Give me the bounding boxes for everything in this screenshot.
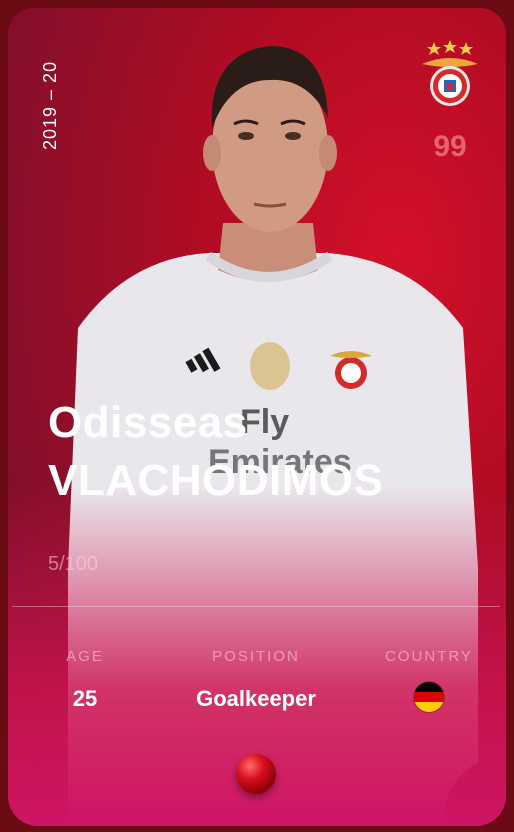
card-notch-right [444, 756, 506, 826]
age-value: 25 [72, 686, 98, 711]
position-label: POSITION [212, 648, 300, 665]
age-label: AGE [66, 648, 104, 665]
red-gem-icon [236, 754, 276, 794]
serial-number: 5/100 [48, 553, 99, 575]
player-first-name: Odisseas [48, 398, 248, 447]
season-label: 2019 – 20 [40, 60, 60, 150]
card-rating: 99 [433, 130, 467, 163]
position-value: Goalkeeper [196, 686, 316, 711]
country-label: COUNTRY [385, 648, 473, 665]
divider [12, 606, 500, 607]
player-last-name: VLACHODIMOS [48, 456, 384, 505]
benfica-crest-icon [422, 40, 478, 106]
germany-flag-icon [414, 682, 444, 712]
card-notch-left [8, 756, 70, 826]
